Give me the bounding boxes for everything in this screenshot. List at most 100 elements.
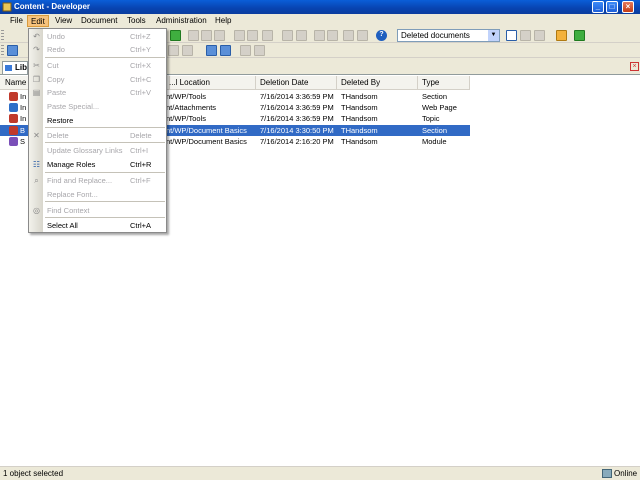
row-location: nt/WP/Document Basics bbox=[166, 137, 247, 146]
export-icon[interactable] bbox=[206, 45, 217, 56]
tab-library-label: Lib bbox=[15, 63, 27, 72]
menu-undo[interactable]: ↶ Undo Ctrl+Z bbox=[29, 30, 166, 43]
menu-document[interactable]: Document bbox=[78, 15, 120, 27]
go-icon[interactable] bbox=[170, 30, 181, 41]
view-selector[interactable]: Deleted documents ▼ bbox=[397, 29, 500, 42]
menu-help[interactable]: Help bbox=[212, 15, 234, 27]
row-date: 7/16/2014 3:36:59 PM bbox=[260, 103, 334, 112]
layout-vertical-icon[interactable] bbox=[534, 30, 545, 41]
menu-cut-label: Cut bbox=[47, 61, 59, 70]
find-icon[interactable] bbox=[343, 30, 354, 41]
row-deleted-by: THandsom bbox=[341, 103, 378, 112]
publish-icon[interactable] bbox=[168, 45, 179, 56]
cut-icon[interactable] bbox=[188, 30, 199, 41]
menu-file[interactable]: File bbox=[7, 15, 26, 27]
row-deleted-by: THandsom bbox=[341, 114, 378, 123]
row-name: B bbox=[20, 126, 26, 135]
preview-icon[interactable] bbox=[182, 45, 193, 56]
chevron-down-icon[interactable]: ▼ bbox=[488, 30, 499, 41]
find-icon: ⌕ bbox=[34, 176, 39, 185]
settings-icon[interactable] bbox=[254, 45, 265, 56]
refresh-icon[interactable] bbox=[574, 30, 585, 41]
roles-icon: ☷ bbox=[32, 160, 41, 169]
context-icon: ◎ bbox=[33, 206, 40, 215]
menu-manage-roles-label: Manage Roles bbox=[47, 160, 96, 169]
properties-icon[interactable] bbox=[247, 30, 258, 41]
menu-undo-shortcut: Ctrl+Z bbox=[130, 32, 151, 41]
link-icon[interactable] bbox=[262, 30, 273, 41]
column-deleted-by[interactable]: Deleted By bbox=[338, 76, 418, 90]
menu-edit[interactable]: Edit bbox=[27, 15, 49, 27]
menu-find-replace-shortcut: Ctrl+F bbox=[130, 176, 151, 185]
menu-restore-label: Restore bbox=[47, 116, 74, 125]
column-type[interactable]: Type bbox=[419, 76, 470, 90]
menu-select-all[interactable]: Select All Ctrl+A bbox=[29, 219, 166, 232]
undo-icon[interactable] bbox=[282, 30, 293, 41]
layout-split-icon[interactable] bbox=[506, 30, 517, 41]
insert-icon[interactable] bbox=[314, 30, 325, 41]
menu-separator bbox=[45, 172, 165, 173]
layout-horizontal-icon[interactable] bbox=[520, 30, 531, 41]
column-deletion-date[interactable]: Deletion Date bbox=[257, 76, 337, 90]
module-icon bbox=[9, 137, 18, 146]
menu-view[interactable]: View bbox=[52, 15, 75, 27]
row-type: Section bbox=[422, 126, 448, 135]
redo-icon[interactable] bbox=[296, 30, 307, 41]
filter-icon[interactable] bbox=[357, 30, 368, 41]
import-icon[interactable] bbox=[220, 45, 231, 56]
menu-restore[interactable]: Restore bbox=[29, 114, 166, 127]
row-date: 7/16/2014 3:30:50 PM bbox=[260, 126, 334, 135]
print-icon[interactable] bbox=[240, 45, 251, 56]
row-type: Section bbox=[422, 92, 448, 101]
web-page-icon bbox=[9, 103, 18, 112]
toolbar-grip-2[interactable] bbox=[1, 45, 4, 56]
undo-icon: ↶ bbox=[33, 32, 40, 41]
help-icon[interactable]: ? bbox=[376, 30, 387, 41]
copy-icon: ❐ bbox=[32, 75, 41, 84]
copy-icon[interactable] bbox=[201, 30, 212, 41]
close-button[interactable]: × bbox=[622, 1, 634, 13]
outdent-icon[interactable] bbox=[327, 30, 338, 41]
menu-paste-special-label: Paste Special... bbox=[47, 102, 100, 111]
row-name: In bbox=[20, 114, 27, 123]
menu-undo-label: Undo bbox=[47, 32, 65, 41]
tab-library[interactable]: Lib bbox=[2, 61, 28, 74]
minimize-button[interactable]: _ bbox=[592, 1, 604, 13]
folder-icon[interactable] bbox=[556, 30, 567, 41]
column-location[interactable]: ...l Location bbox=[166, 76, 256, 90]
menu-tools[interactable]: Tools bbox=[124, 15, 149, 27]
row-name: In bbox=[20, 92, 27, 101]
menu-replace-font[interactable]: Replace Font... bbox=[29, 188, 166, 201]
menu-copy[interactable]: ❐ Copy Ctrl+C bbox=[29, 73, 166, 86]
row-location: nt/Attachments bbox=[166, 103, 217, 112]
menu-administration[interactable]: Administration bbox=[153, 15, 210, 27]
close-tab-icon[interactable]: × bbox=[630, 62, 639, 71]
row-type: Web Page bbox=[422, 103, 457, 112]
menu-paste[interactable]: ▤ Paste Ctrl+V bbox=[29, 86, 166, 99]
status-online: Online bbox=[614, 469, 638, 478]
menu-find-replace[interactable]: ⌕ Find and Replace... Ctrl+F bbox=[29, 174, 166, 187]
row-location: nt/WP/Tools bbox=[166, 92, 207, 101]
menu-find-context[interactable]: ◎ Find Context bbox=[29, 204, 166, 217]
menu-redo[interactable]: ↷ Redo Ctrl+Y bbox=[29, 43, 166, 56]
menu-cut[interactable]: ✂ Cut Ctrl+X bbox=[29, 59, 166, 72]
menu-paste-special[interactable]: Paste Special... bbox=[29, 100, 166, 113]
library-icon[interactable] bbox=[7, 45, 18, 56]
menu-separator bbox=[45, 201, 165, 202]
menu-find-context-label: Find Context bbox=[47, 206, 90, 215]
menu-find-replace-label: Find and Replace... bbox=[47, 176, 113, 185]
section-icon bbox=[9, 126, 18, 135]
paste-icon[interactable] bbox=[214, 30, 225, 41]
menu-update-glossary-shortcut: Ctrl+I bbox=[130, 146, 149, 155]
menu-delete[interactable]: ✕ Delete Delete bbox=[29, 129, 166, 142]
menu-manage-roles[interactable]: ☷ Manage Roles Ctrl+R bbox=[29, 158, 166, 171]
menu-manage-roles-shortcut: Ctrl+R bbox=[130, 160, 152, 169]
menu-select-all-shortcut: Ctrl+A bbox=[130, 221, 152, 230]
maximize-button[interactable]: □ bbox=[606, 1, 618, 13]
delete-icon[interactable] bbox=[234, 30, 245, 41]
toolbar-grip[interactable] bbox=[1, 30, 4, 41]
menu-update-glossary[interactable]: Update Glossary Links Ctrl+I bbox=[29, 144, 166, 157]
menu-separator bbox=[45, 142, 165, 143]
menu-copy-label: Copy bbox=[47, 75, 65, 84]
redo-icon: ↷ bbox=[33, 45, 40, 54]
